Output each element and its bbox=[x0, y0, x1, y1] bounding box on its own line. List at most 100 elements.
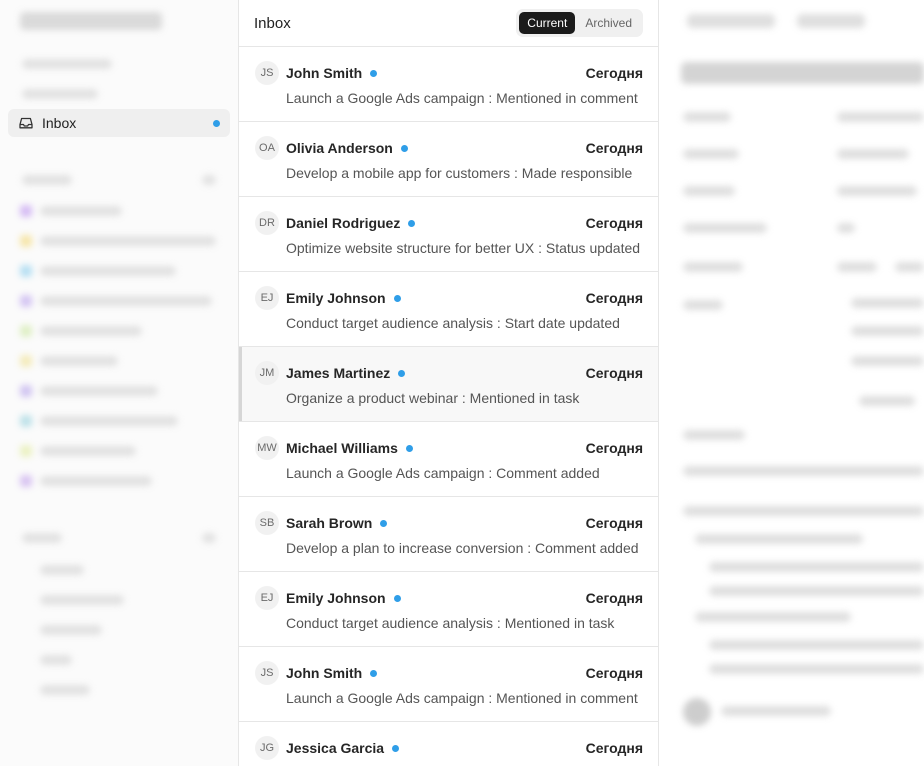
sidebar-section-placeholder bbox=[22, 175, 72, 185]
project-color-icon bbox=[20, 385, 32, 397]
sidebar: Inbox bbox=[0, 0, 238, 766]
project-color-icon bbox=[20, 295, 32, 307]
notification-description: Conduct target audience analysis : Menti… bbox=[286, 615, 615, 631]
project-color-icon bbox=[20, 445, 32, 457]
inbox-notification-row[interactable]: SB Sarah Brown Сегодня Develop a plan to… bbox=[239, 497, 658, 572]
unread-dot-icon bbox=[393, 594, 401, 602]
notification-description: Launch a Google Ads campaign : Comment a… bbox=[286, 465, 600, 481]
unread-dot-icon bbox=[398, 369, 406, 377]
sidebar-section-placeholder bbox=[202, 533, 216, 543]
notification-date: Сегодня bbox=[585, 365, 643, 381]
inbox-notification-row[interactable]: JS John Smith Сегодня Launch a Google Ad… bbox=[239, 647, 658, 722]
sidebar-nav-placeholder bbox=[22, 59, 112, 69]
detail-placeholder bbox=[837, 186, 917, 196]
inbox-notification-row[interactable]: OA Olivia Anderson Сегодня Develop a mob… bbox=[239, 122, 658, 197]
detail-panel bbox=[659, 0, 924, 766]
sender-name-text: Emily Johnson bbox=[286, 590, 386, 606]
detail-placeholder bbox=[895, 262, 924, 272]
inbox-notification-row[interactable]: JG Jessica Garcia Сегодня bbox=[239, 722, 658, 766]
inbox-panel: Inbox Current Archived JS John Smith Сег… bbox=[238, 0, 659, 766]
notification-date: Сегодня bbox=[585, 65, 643, 81]
avatar: MW bbox=[255, 436, 279, 460]
sidebar-project-placeholder bbox=[40, 446, 136, 456]
sender-name: Jessica Garcia bbox=[286, 740, 400, 756]
inbox-tray-icon bbox=[18, 115, 34, 131]
detail-placeholder bbox=[837, 112, 924, 122]
sidebar-link-placeholder bbox=[40, 655, 72, 665]
tab-archived[interactable]: Archived bbox=[577, 12, 640, 34]
inbox-notification-row[interactable]: JS John Smith Сегодня Launch a Google Ad… bbox=[239, 47, 658, 122]
inbox-notification-row[interactable]: JM James Martinez Сегодня Organize a pro… bbox=[239, 347, 658, 422]
avatar: EJ bbox=[255, 586, 279, 610]
sender-name: Emily Johnson bbox=[286, 590, 401, 606]
sidebar-section-placeholder bbox=[202, 175, 216, 185]
sender-name-text: Emily Johnson bbox=[286, 290, 386, 306]
avatar: JS bbox=[255, 61, 279, 85]
avatar: JM bbox=[255, 361, 279, 385]
sidebar-link-placeholder bbox=[40, 565, 84, 575]
detail-placeholder bbox=[709, 640, 924, 650]
sidebar-project-placeholder bbox=[40, 356, 118, 366]
detail-placeholder bbox=[797, 14, 865, 28]
detail-placeholder bbox=[709, 586, 924, 596]
detail-placeholder bbox=[683, 149, 739, 159]
detail-placeholder bbox=[683, 430, 745, 440]
unread-dot-icon bbox=[393, 294, 401, 302]
detail-placeholder bbox=[709, 664, 924, 674]
project-color-icon bbox=[20, 205, 32, 217]
unread-dot-icon bbox=[213, 119, 220, 127]
project-color-icon bbox=[20, 355, 32, 367]
sidebar-link-placeholder bbox=[40, 625, 102, 635]
notification-description: Organize a product webinar : Mentioned i… bbox=[286, 390, 580, 406]
detail-placeholder bbox=[709, 562, 924, 572]
sidebar-project-placeholder bbox=[40, 326, 142, 336]
sidebar-item-label: Inbox bbox=[42, 115, 77, 131]
detail-placeholder bbox=[721, 706, 831, 716]
sender-name: John Smith bbox=[286, 665, 378, 681]
detail-placeholder bbox=[859, 396, 915, 406]
sender-name: Olivia Anderson bbox=[286, 140, 408, 156]
sender-name: Michael Williams bbox=[286, 440, 413, 456]
detail-placeholder bbox=[837, 149, 909, 159]
sender-name: James Martinez bbox=[286, 365, 406, 381]
detail-placeholder bbox=[851, 356, 924, 366]
unread-dot-icon bbox=[392, 744, 400, 752]
tab-current[interactable]: Current bbox=[519, 12, 576, 34]
sender-name: Daniel Rodriguez bbox=[286, 215, 416, 231]
inbox-notification-row[interactable]: EJ Emily Johnson Сегодня Conduct target … bbox=[239, 272, 658, 347]
notification-description: Launch a Google Ads campaign : Mentioned… bbox=[286, 90, 638, 106]
inbox-notification-row[interactable]: EJ Emily Johnson Сегодня Conduct target … bbox=[239, 572, 658, 647]
notification-description: Conduct target audience analysis : Start… bbox=[286, 315, 620, 331]
sender-name: Sarah Brown bbox=[286, 515, 388, 531]
notification-description: Develop a mobile app for customers : Mad… bbox=[286, 165, 633, 181]
sender-name-text: John Smith bbox=[286, 665, 363, 681]
detail-placeholder bbox=[837, 223, 855, 233]
avatar: SB bbox=[255, 511, 279, 535]
notification-description: Optimize website structure for better UX… bbox=[286, 240, 641, 256]
sender-name-text: Michael Williams bbox=[286, 440, 398, 456]
sidebar-section-placeholder bbox=[22, 533, 62, 543]
detail-placeholder bbox=[683, 300, 723, 310]
unread-dot-icon bbox=[380, 519, 388, 527]
project-color-icon bbox=[20, 235, 32, 247]
sender-name: Emily Johnson bbox=[286, 290, 401, 306]
avatar: JG bbox=[255, 736, 279, 760]
sidebar-nav-placeholder bbox=[22, 89, 98, 99]
sender-name-text: James Martinez bbox=[286, 365, 391, 381]
inbox-notification-row[interactable]: MW Michael Williams Сегодня Launch a Goo… bbox=[239, 422, 658, 497]
notification-date: Сегодня bbox=[585, 590, 643, 606]
project-color-icon bbox=[20, 415, 32, 427]
unread-dot-icon bbox=[408, 219, 416, 227]
detail-placeholder bbox=[683, 466, 924, 476]
sidebar-item-inbox[interactable]: Inbox bbox=[8, 109, 230, 137]
inbox-notification-row[interactable]: DR Daniel Rodriguez Сегодня Optimize web… bbox=[239, 197, 658, 272]
sidebar-project-placeholder bbox=[40, 206, 122, 216]
notification-description: Launch a Google Ads campaign : Mentioned… bbox=[286, 690, 638, 706]
detail-placeholder bbox=[683, 186, 735, 196]
detail-placeholder bbox=[851, 298, 924, 308]
avatar: DR bbox=[255, 211, 279, 235]
sidebar-link-placeholder bbox=[40, 595, 124, 605]
unread-dot-icon bbox=[400, 144, 408, 152]
project-color-icon bbox=[20, 265, 32, 277]
inbox-filter-toggle: Current Archived bbox=[516, 9, 643, 37]
